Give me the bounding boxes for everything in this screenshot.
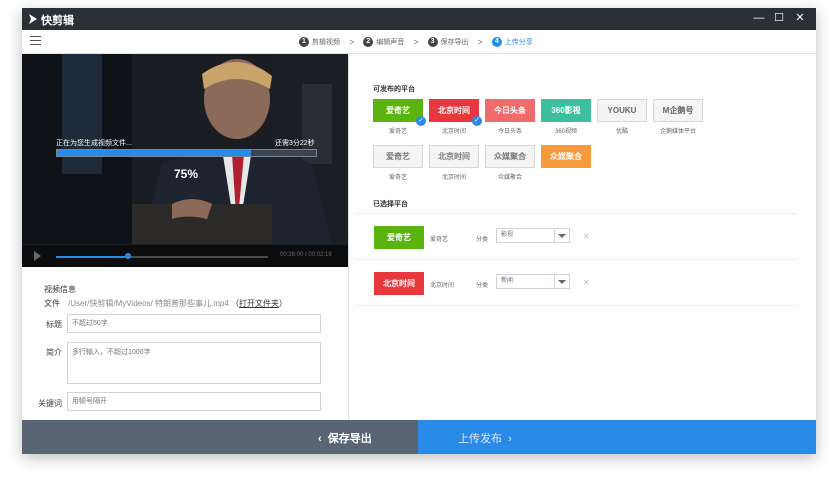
progress-fill [57, 150, 252, 156]
category-label: 分类 [476, 237, 489, 243]
right-pane: 可发布的平台 爱奇艺 爱奇艺 ✓ 北京时间 北京时间 ✓ 今日头条 今日头条 360影视 360视… [349, 54, 816, 420]
menu-icon[interactable] [30, 36, 41, 45]
minimize-icon[interactable]: — [752, 11, 766, 25]
video-preview: 正在为您生成视频文件... 还需3分22秒 75% 00:26:00 / 00:… [22, 54, 348, 267]
platform-tile-label: 企鹅媒体平台 [659, 129, 696, 135]
upload-publish-button[interactable]: 上传发布 › [418, 420, 816, 454]
keywords-label: 关键词 [38, 399, 62, 408]
step-upload-share[interactable]: 4 上传分享 [491, 37, 533, 47]
remove-platform-icon[interactable]: ✕ [583, 278, 590, 287]
render-status-text: 正在为您生成视频文件... [56, 140, 132, 147]
platform-name: 爱奇艺 [430, 237, 449, 243]
platform-tile[interactable]: 今日头条 [485, 99, 535, 122]
step-save-export[interactable]: 3 保存导出 [427, 37, 469, 47]
chevron-right-icon: > [413, 37, 419, 47]
selected-platforms-title: 已选择平台 [373, 201, 408, 208]
title-label: 标题 [46, 320, 62, 329]
title-bar: 快剪辑 — ☐ ✕ [22, 8, 816, 30]
seek-bar[interactable] [56, 256, 268, 258]
platform-tile[interactable]: M企鹅号 [653, 99, 703, 122]
chevron-down-icon[interactable] [554, 275, 569, 288]
platform-tile-label: 北京时间 [441, 129, 466, 135]
description-label: 简介 [46, 348, 62, 357]
platform-tile[interactable]: 360影视 [541, 99, 591, 122]
step-indicator: 1 剪辑视频 > 2 编辑声音 > 3 保存导出 > 4 上传分享 [299, 36, 533, 48]
step-label: 编辑声音 [376, 39, 405, 46]
video-controls: 00:26:00 / 00:02:18 [22, 245, 348, 267]
time-display: 00:26:00 / 00:02:18 [280, 252, 332, 258]
left-pane: 正在为您生成视频文件... 还需3分22秒 75% 00:26:00 / 00:… [22, 54, 349, 420]
title-input[interactable] [67, 314, 321, 333]
step-number: 2 [363, 37, 374, 47]
platform-tile[interactable]: 北京时间 [429, 145, 479, 168]
platform-tile-label: 优酷 [615, 129, 628, 135]
footer-bar: ‹ 保存导出 上传发布 › [22, 420, 816, 454]
divider [354, 305, 796, 306]
category-label: 分类 [476, 283, 489, 289]
step-edit-audio[interactable]: 2 编辑声音 [363, 37, 404, 47]
description-textarea[interactable] [67, 342, 321, 384]
available-platforms-title: 可发布的平台 [373, 86, 415, 93]
platform-logo: 北京时间 [374, 272, 424, 295]
remove-platform-icon[interactable]: ✕ [583, 232, 590, 241]
app-logo-icon [29, 14, 37, 24]
open-folder-paren-left: （ [231, 299, 240, 308]
video-frame-image [22, 54, 348, 267]
category-select[interactable]: 新闻 [496, 274, 570, 289]
platform-tile[interactable]: 众媒聚合 [541, 145, 591, 168]
category-select[interactable]: 影视 [496, 228, 570, 243]
step-number: 1 [299, 37, 309, 47]
progress-percent-text: 75% [174, 167, 199, 181]
selected-platform-row: 爱奇艺 爱奇艺 分类 影视 ✕ [354, 213, 796, 260]
render-progress-bar [56, 149, 317, 157]
chevron-right-icon: > [477, 37, 483, 47]
upload-publish-label: 上传发布 › [458, 433, 512, 445]
platform-tile-label: 360视频 [554, 129, 577, 135]
file-row: 文件/User/快剪辑/MyVideos/ 特朗普那些事儿.mp4 （打开文件夹… [44, 298, 287, 309]
platform-tile-label: 今日头条 [497, 129, 522, 135]
step-number: 3 [427, 37, 438, 47]
file-path: /User/快剪辑/MyVideos/ 特朗普那些事儿.mp4 [68, 299, 229, 308]
platform-tile[interactable]: 爱奇艺 [373, 145, 423, 168]
chevron-down-icon[interactable] [554, 229, 569, 242]
remaining-time-text: 还需3分22秒 [275, 140, 315, 147]
category-value: 影视 [501, 232, 514, 238]
file-label: 文件 [44, 299, 60, 308]
category-value: 新闻 [501, 278, 514, 284]
step-edit-video[interactable]: 1 剪辑视频 [299, 37, 340, 47]
platform-name: 北京时间 [430, 283, 455, 289]
chevron-right-icon: > [349, 37, 355, 47]
selected-platform-row: 北京时间 北京时间 分类 新闻 ✕ [354, 259, 796, 306]
step-number: 4 [491, 37, 502, 47]
seek-fill [56, 256, 129, 258]
platform-tile[interactable]: YOUKU [597, 99, 647, 122]
platform-logo: 爱奇艺 [374, 226, 424, 249]
video-info-title: 视频信息 [44, 285, 76, 294]
close-icon[interactable]: ✕ [793, 11, 807, 25]
platform-tile-label: 爱奇艺 [388, 175, 407, 181]
open-folder-paren-right: ） [279, 299, 288, 308]
save-export-label: ‹ 保存导出 [318, 433, 372, 445]
save-export-button[interactable]: ‹ 保存导出 [22, 420, 418, 454]
open-folder-link[interactable]: 打开文件夹 [239, 299, 279, 308]
step-label: 保存导出 [440, 39, 469, 46]
app-title: 快剪辑 [41, 15, 74, 27]
platform-tile-label: 爱奇艺 [388, 129, 407, 135]
step-bar: 1 剪辑视频 > 2 编辑声音 > 3 保存导出 > 4 上传分享 [22, 30, 816, 54]
play-icon[interactable] [34, 251, 41, 261]
maximize-icon[interactable]: ☐ [772, 11, 786, 25]
platform-tile-label: 北京时间 [441, 175, 466, 181]
step-label: 上传分享 [504, 39, 533, 46]
platform-tile[interactable]: 众媒聚合 [485, 145, 535, 168]
app-window: 快剪辑 — ☐ ✕ 1 剪辑视频 > 2 编辑声音 > 3 保存导出 > 4 上传分享 [22, 8, 816, 454]
platform-tile-label: 众媒聚合 [497, 175, 522, 181]
keywords-input[interactable] [67, 392, 321, 411]
selected-check-icon: ✓ [416, 116, 426, 126]
seek-handle[interactable] [125, 253, 132, 259]
step-label: 剪辑视频 [312, 39, 340, 46]
selected-check-icon: ✓ [472, 116, 482, 126]
